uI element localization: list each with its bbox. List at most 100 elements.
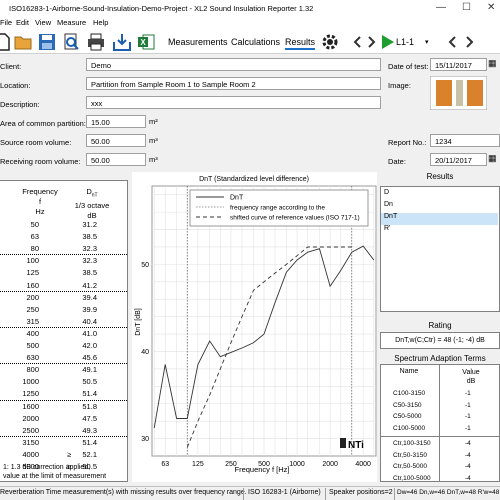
status-positions: Speaker positions=2 xyxy=(329,489,393,496)
chart-legend: DnT frequency range according to the shi… xyxy=(189,189,369,227)
status-standard: ISO 16283-1 (Airborne) xyxy=(248,489,321,496)
play-icon[interactable] xyxy=(378,33,396,51)
menu-edit[interactable]: Edit xyxy=(16,18,29,27)
description-field[interactable]: xxx xyxy=(86,96,381,109)
qualifier-cell: ≥ xyxy=(67,449,72,459)
rating-title: Rating xyxy=(428,321,452,330)
frequency-cell: 200 xyxy=(26,292,39,302)
maximize-icon[interactable]: ☐ xyxy=(462,2,471,13)
save-icon[interactable] xyxy=(38,33,56,51)
calendar-icon-2[interactable]: ▦ xyxy=(488,153,497,164)
spectrum-col-value: Value dB xyxy=(443,368,499,386)
result-item[interactable]: Dn xyxy=(381,201,498,213)
dnt-cell: 38.5 xyxy=(82,232,97,242)
dnt-header: DnT 1/3 octave dB xyxy=(65,187,119,221)
project-image[interactable] xyxy=(430,76,487,110)
receiving-volume-field[interactable]: 50.00 xyxy=(86,153,146,166)
dnt-cell: 49.3 xyxy=(82,425,97,435)
result-item[interactable]: DnT xyxy=(381,213,498,225)
excel-icon[interactable]: X xyxy=(137,33,155,51)
tab-results[interactable]: Results xyxy=(285,37,316,50)
table-row: 5000 ≥50.5 xyxy=(0,461,127,473)
status-warning: Reverberation Time measurement(s) with m… xyxy=(0,489,247,496)
dnt-header-1: DnT xyxy=(86,187,98,199)
minimize-icon[interactable]: — xyxy=(436,2,446,13)
spectrum-row: Ctr,100-5000 -4 xyxy=(381,474,498,486)
term-name: C50-5000 xyxy=(393,413,422,420)
export-icon[interactable] xyxy=(113,33,131,51)
menu-file[interactable]: File xyxy=(0,18,12,27)
chart-yticks: 30 40 50 xyxy=(141,262,149,443)
dnt-cell: 51.4 xyxy=(82,437,97,447)
status-values: Dw=46 Dn,w=46 DnT,w=48 R'w=48 xyxy=(397,489,500,496)
dnt-cell: 32.3 xyxy=(82,256,97,266)
frequency-cell: 63 xyxy=(30,232,39,242)
print-icon[interactable] xyxy=(87,33,105,51)
client-field[interactable]: Demo xyxy=(86,58,381,71)
area-field[interactable]: 15.00 xyxy=(86,115,146,128)
legend-dnt: DnT xyxy=(230,195,244,202)
date-of-test-field[interactable]: 15/11/2017 xyxy=(430,58,487,71)
x-tick-label: 63 xyxy=(161,461,169,468)
menu-measure[interactable]: Measure xyxy=(57,18,86,27)
menu-help[interactable]: Help xyxy=(93,18,108,27)
source-volume-field[interactable]: 50.00 xyxy=(86,134,146,147)
term-value: -1 xyxy=(465,390,471,397)
status-separator xyxy=(243,488,244,500)
spectrum-row: C100-3150 -1 xyxy=(381,389,498,401)
table-row: 63 38.5 xyxy=(0,231,127,243)
dnt-cell: 51.8 xyxy=(82,401,97,411)
calendar-icon[interactable]: ▦ xyxy=(488,58,497,69)
term-value: -4 xyxy=(465,451,471,459)
status-separator-3 xyxy=(394,488,395,500)
brand-text: NTi xyxy=(348,440,364,451)
close-icon[interactable]: ✕ xyxy=(487,2,495,13)
location-field[interactable]: Partition from Sample Room 1 to Sample R… xyxy=(86,77,381,90)
term-name: C100-3150 xyxy=(393,390,426,397)
frequency-header-2: f xyxy=(38,197,42,206)
preview-icon[interactable] xyxy=(62,33,80,51)
term-name: C100-5000 xyxy=(393,424,426,432)
tab-measurements[interactable]: Measurements xyxy=(168,37,228,47)
term-name: Ctr,50-3150 xyxy=(393,451,427,459)
spectrum-row: Ctr,50-5000 -4 xyxy=(381,462,498,474)
image-label: Image: xyxy=(388,81,411,90)
term-value: -4 xyxy=(465,463,471,470)
frequency-header-1: Frequency xyxy=(22,187,58,196)
area-label: Area of common partition: xyxy=(0,119,86,128)
position-selector[interactable]: L1-1 xyxy=(396,37,414,47)
date-label: Date: xyxy=(388,157,406,166)
dnt-cell: 51.4 xyxy=(82,389,97,399)
dnt-cell: 32.3 xyxy=(82,244,97,254)
spectrum-col-name: Name xyxy=(399,368,419,375)
frequency-cell: 1000 xyxy=(22,377,39,387)
dnt-cell: 45.6 xyxy=(82,353,97,363)
frequency-cell: 630 xyxy=(26,353,39,363)
term-value: -1 xyxy=(465,401,471,409)
y-tick-label: 50 xyxy=(141,262,149,269)
chart-panel: 63 125 250 500 1000 2000 4000 30 40 50 DnT (Stan… xyxy=(132,172,377,482)
spectrum-group-divider xyxy=(381,436,499,437)
frequency-cell: 5000 xyxy=(22,462,39,471)
chevron-right-icon-2[interactable] xyxy=(460,33,478,51)
menu-view[interactable]: View xyxy=(35,18,51,27)
report-field[interactable]: 1234 xyxy=(430,134,500,147)
dnt-cell: 40.4 xyxy=(82,316,97,326)
result-item[interactable]: R' xyxy=(381,225,498,237)
date-field[interactable]: 20/11/2017 xyxy=(430,153,487,166)
dnt-cell: 39.4 xyxy=(82,292,97,302)
chevron-down-icon[interactable]: ▾ xyxy=(425,38,429,46)
term-name: C50-3150 xyxy=(393,401,422,409)
result-item[interactable]: D xyxy=(381,189,498,201)
frequency-header-3: Hz xyxy=(35,207,45,216)
tab-calculations[interactable]: Calculations xyxy=(231,37,280,47)
gear-icon[interactable] xyxy=(321,33,339,51)
open-folder-icon[interactable] xyxy=(14,33,32,51)
new-file-icon[interactable] xyxy=(0,33,12,51)
frequency-cell: 100 xyxy=(26,256,39,266)
table-row: 1000 50.5 xyxy=(0,376,127,388)
frequency-cell: 315 xyxy=(26,316,39,326)
y-tick-label: 40 xyxy=(141,349,149,356)
menu-bar: File Edit View Measure Help xyxy=(0,16,500,30)
frequency-cell: 250 xyxy=(26,304,39,314)
